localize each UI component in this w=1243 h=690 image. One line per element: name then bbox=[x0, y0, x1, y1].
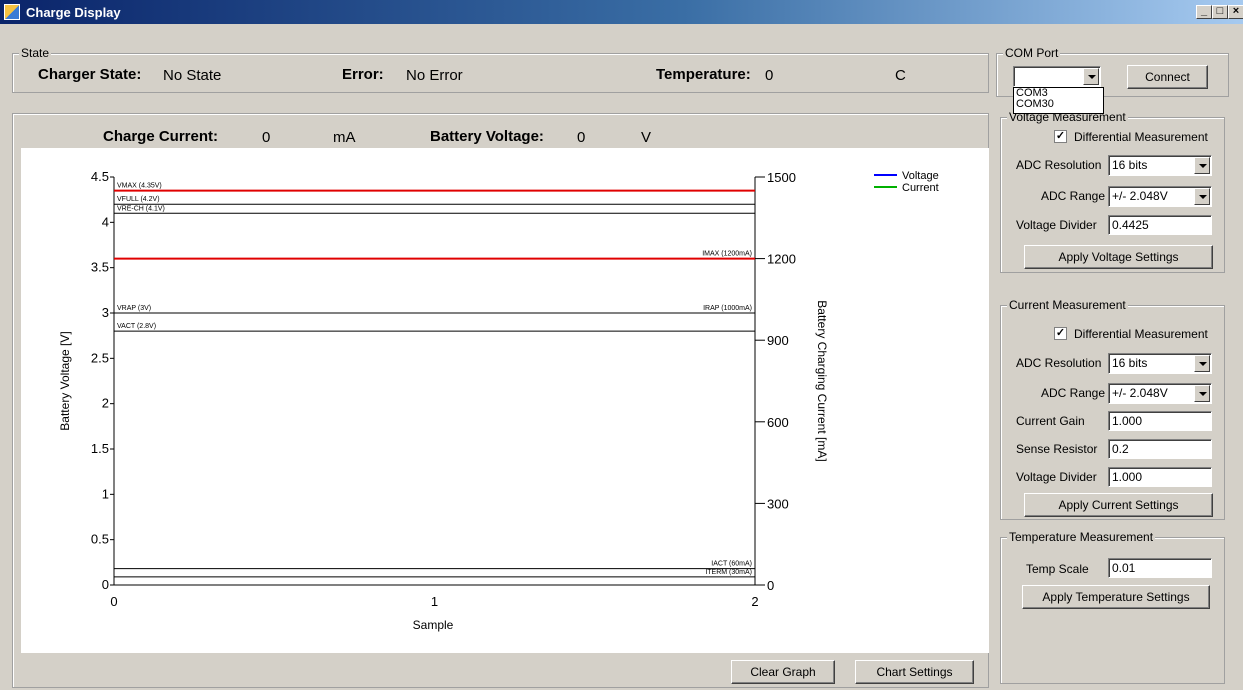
threshold-label: IMAX (1200mA) bbox=[702, 251, 752, 258]
threshold-label: ITERM (30mA) bbox=[705, 569, 752, 576]
y2-tick-label: 600 bbox=[767, 415, 789, 430]
charger-state-value: No State bbox=[163, 67, 222, 84]
voltage-adc-resolution-label: ADC Resolution bbox=[1016, 158, 1102, 172]
battery-voltage-label: Battery Voltage: bbox=[430, 128, 544, 145]
current-adc-range-value: +/- 2.048V bbox=[1112, 386, 1168, 400]
window-title: Charge Display bbox=[26, 5, 121, 20]
current-differential-label: Differential Measurement bbox=[1074, 327, 1208, 341]
temperature-value: 0 bbox=[765, 67, 774, 84]
x-tick-label: 1 bbox=[431, 594, 438, 609]
current-differential-checkbox[interactable]: ✓ bbox=[1054, 327, 1067, 340]
com-port-option[interactable]: COM30 bbox=[1014, 99, 1103, 110]
y-axis-label: Battery Voltage [V] bbox=[58, 331, 72, 430]
charge-current-unit: mA bbox=[333, 129, 356, 146]
state-group: State bbox=[12, 46, 989, 93]
current-voltage-divider-label: Voltage Divider bbox=[1016, 470, 1097, 484]
battery-voltage-unit: V bbox=[641, 129, 652, 146]
chevron-down-icon[interactable] bbox=[1194, 157, 1210, 174]
current-gain-input[interactable]: 1.000 bbox=[1108, 411, 1212, 431]
threshold-label: VFULL (4.2V) bbox=[117, 196, 160, 203]
apply-voltage-settings-button[interactable]: Apply Voltage Settings bbox=[1024, 245, 1213, 269]
x-tick-label: 0 bbox=[110, 594, 117, 609]
current-adc-range-select[interactable]: +/- 2.048V bbox=[1108, 383, 1212, 404]
y2-tick-label: 300 bbox=[767, 496, 789, 511]
y-tick-label: 0.5 bbox=[91, 532, 109, 547]
temp-scale-input[interactable]: 0.01 bbox=[1108, 558, 1212, 578]
current-adc-range-label: ADC Range bbox=[1041, 386, 1106, 400]
x-axis-label: Sample bbox=[413, 618, 454, 632]
charge-current-label: Charge Current: bbox=[103, 128, 219, 145]
legend-label: Voltage bbox=[902, 170, 939, 182]
clear-graph-button[interactable]: Clear Graph bbox=[731, 660, 835, 684]
x-tick-label: 2 bbox=[751, 594, 758, 609]
current-voltage-divider-input[interactable]: 1.000 bbox=[1108, 467, 1212, 487]
current-adc-resolution-value: 16 bits bbox=[1112, 356, 1148, 370]
app-icon bbox=[4, 4, 20, 20]
threshold-label: VACT (2.8V) bbox=[117, 323, 156, 330]
voltage-adc-range-value: +/- 2.048V bbox=[1112, 189, 1168, 203]
voltage-adc-range-select[interactable]: +/- 2.048V bbox=[1108, 186, 1212, 207]
current-adc-resolution-label: ADC Resolution bbox=[1016, 356, 1102, 370]
y-tick-label: 3.5 bbox=[91, 260, 109, 275]
sense-resistor-input[interactable]: 0.2 bbox=[1108, 439, 1212, 459]
y2-tick-label: 0 bbox=[767, 578, 774, 593]
chevron-down-icon[interactable] bbox=[1083, 68, 1099, 85]
title-bar[interactable]: Charge Display _ □ × bbox=[0, 0, 1243, 24]
y-tick-label: 0 bbox=[102, 577, 109, 592]
chevron-down-icon[interactable] bbox=[1194, 188, 1210, 205]
com-port-dropdown-list[interactable]: COM3 COM30 bbox=[1013, 87, 1104, 114]
y2-tick-label: 1200 bbox=[767, 252, 796, 267]
charger-state-label: Charger State: bbox=[38, 66, 142, 83]
sense-resistor-label: Sense Resistor bbox=[1016, 442, 1098, 456]
y-tick-label: 3 bbox=[102, 305, 109, 320]
y2-axis-label: Battery Charging Current [mA] bbox=[815, 300, 829, 461]
threshold-label: VRAP (3V) bbox=[117, 305, 151, 312]
close-button[interactable]: × bbox=[1228, 5, 1243, 19]
y-tick-label: 4.5 bbox=[91, 169, 109, 184]
voltage-adc-range-label: ADC Range bbox=[1041, 189, 1106, 203]
chevron-down-icon[interactable] bbox=[1194, 355, 1210, 372]
y-tick-label: 4 bbox=[102, 214, 109, 229]
maximize-button[interactable]: □ bbox=[1212, 5, 1228, 19]
connect-button[interactable]: Connect bbox=[1127, 65, 1208, 89]
battery-voltage-value: 0 bbox=[577, 129, 586, 146]
voltage-differential-label: Differential Measurement bbox=[1074, 130, 1208, 144]
temperature-label: Temperature: bbox=[656, 66, 751, 83]
current-gain-label: Current Gain bbox=[1016, 414, 1085, 428]
y-tick-label: 1 bbox=[102, 486, 109, 501]
current-measurement-group-label: Current Measurement bbox=[1007, 298, 1128, 312]
y-tick-label: 2.5 bbox=[91, 350, 109, 365]
legend-label: Current bbox=[902, 182, 939, 194]
chart-svg: 0 0.5 1 1.5 2 2.5 3 3.5 4 4.5 0 300 600 900 1200 1500 0 1… bbox=[58, 169, 939, 632]
temperature-measurement-group-label: Temperature Measurement bbox=[1007, 530, 1156, 544]
voltage-differential-checkbox[interactable]: ✓ bbox=[1054, 130, 1067, 143]
y2-tick-label: 900 bbox=[767, 333, 789, 348]
chart-area[interactable]: 0 0.5 1 1.5 2 2.5 3 3.5 4 4.5 0 300 600 900 1200 1500 0 1… bbox=[21, 148, 989, 653]
minimize-button[interactable]: _ bbox=[1196, 5, 1212, 19]
threshold-label: VMAX (4.35V) bbox=[117, 183, 162, 190]
apply-temperature-settings-button[interactable]: Apply Temperature Settings bbox=[1022, 585, 1210, 609]
charge-current-value: 0 bbox=[262, 129, 271, 146]
threshold-label: VRE-CH (4.1V) bbox=[117, 205, 165, 212]
chevron-down-icon[interactable] bbox=[1194, 385, 1210, 402]
y-tick-label: 1.5 bbox=[91, 441, 109, 456]
com-port-group-label: COM Port bbox=[1003, 46, 1061, 60]
voltage-adc-resolution-select[interactable]: 16 bits bbox=[1108, 155, 1212, 176]
voltage-divider-label: Voltage Divider bbox=[1016, 218, 1097, 232]
current-adc-resolution-select[interactable]: 16 bits bbox=[1108, 353, 1212, 374]
threshold-label: IRAP (1000mA) bbox=[703, 305, 752, 312]
y-tick-label: 2 bbox=[102, 396, 109, 411]
threshold-label: IACT (60mA) bbox=[711, 561, 752, 568]
error-label: Error: bbox=[342, 66, 384, 83]
voltage-divider-input[interactable]: 0.4425 bbox=[1108, 215, 1212, 235]
temp-scale-label: Temp Scale bbox=[1026, 562, 1089, 576]
com-port-select[interactable] bbox=[1013, 66, 1101, 87]
error-value: No Error bbox=[406, 67, 463, 84]
apply-current-settings-button[interactable]: Apply Current Settings bbox=[1024, 493, 1213, 517]
temperature-unit: C bbox=[895, 67, 906, 84]
state-group-label: State bbox=[19, 46, 52, 60]
chart-settings-button[interactable]: Chart Settings bbox=[855, 660, 974, 684]
y2-tick-label: 1500 bbox=[767, 170, 796, 185]
voltage-adc-resolution-value: 16 bits bbox=[1112, 158, 1148, 172]
